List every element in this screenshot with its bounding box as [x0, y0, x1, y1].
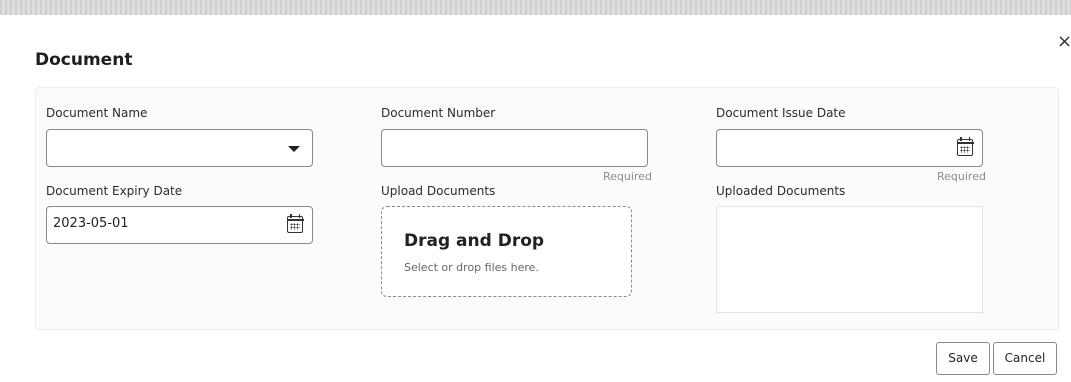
dialog-title: Document — [35, 50, 133, 70]
document-expiry-date-field[interactable]: 2023-05-01 — [46, 206, 313, 244]
upload-documents-label: Upload Documents — [381, 184, 496, 198]
uploaded-documents-area — [716, 206, 983, 313]
save-button[interactable]: Save — [936, 342, 990, 375]
calendar-icon[interactable] — [956, 137, 974, 156]
drag-and-drop-heading: Drag and Drop — [404, 231, 545, 251]
document-issue-date-field[interactable] — [716, 129, 983, 167]
drag-and-drop-hint: Select or drop files here. — [404, 261, 539, 274]
document-number-required-hint: Required — [603, 170, 652, 183]
drag-and-drop-zone[interactable]: Drag and Drop Select or drop files here. — [381, 206, 632, 297]
document-issue-date-label: Document Issue Date — [716, 106, 846, 120]
calendar-icon[interactable] — [286, 214, 304, 233]
document-issue-date-required-hint: Required — [937, 170, 986, 183]
uploaded-documents-label: Uploaded Documents — [716, 184, 846, 198]
document-name-select[interactable] — [46, 129, 313, 167]
chevron-down-icon[interactable] — [288, 146, 300, 152]
document-expiry-date-label: Document Expiry Date — [46, 184, 183, 198]
cancel-button[interactable]: Cancel — [993, 342, 1057, 375]
document-expiry-date-value: 2023-05-01 — [53, 216, 129, 231]
document-name-label: Document Name — [46, 106, 148, 120]
close-icon[interactable]: × — [1057, 33, 1071, 51]
top-background-band — [0, 0, 1071, 15]
document-form-panel: Document Name Document Expiry Date 2023-… — [35, 87, 1059, 330]
document-number-input[interactable] — [381, 129, 648, 167]
document-number-label: Document Number — [381, 106, 496, 120]
